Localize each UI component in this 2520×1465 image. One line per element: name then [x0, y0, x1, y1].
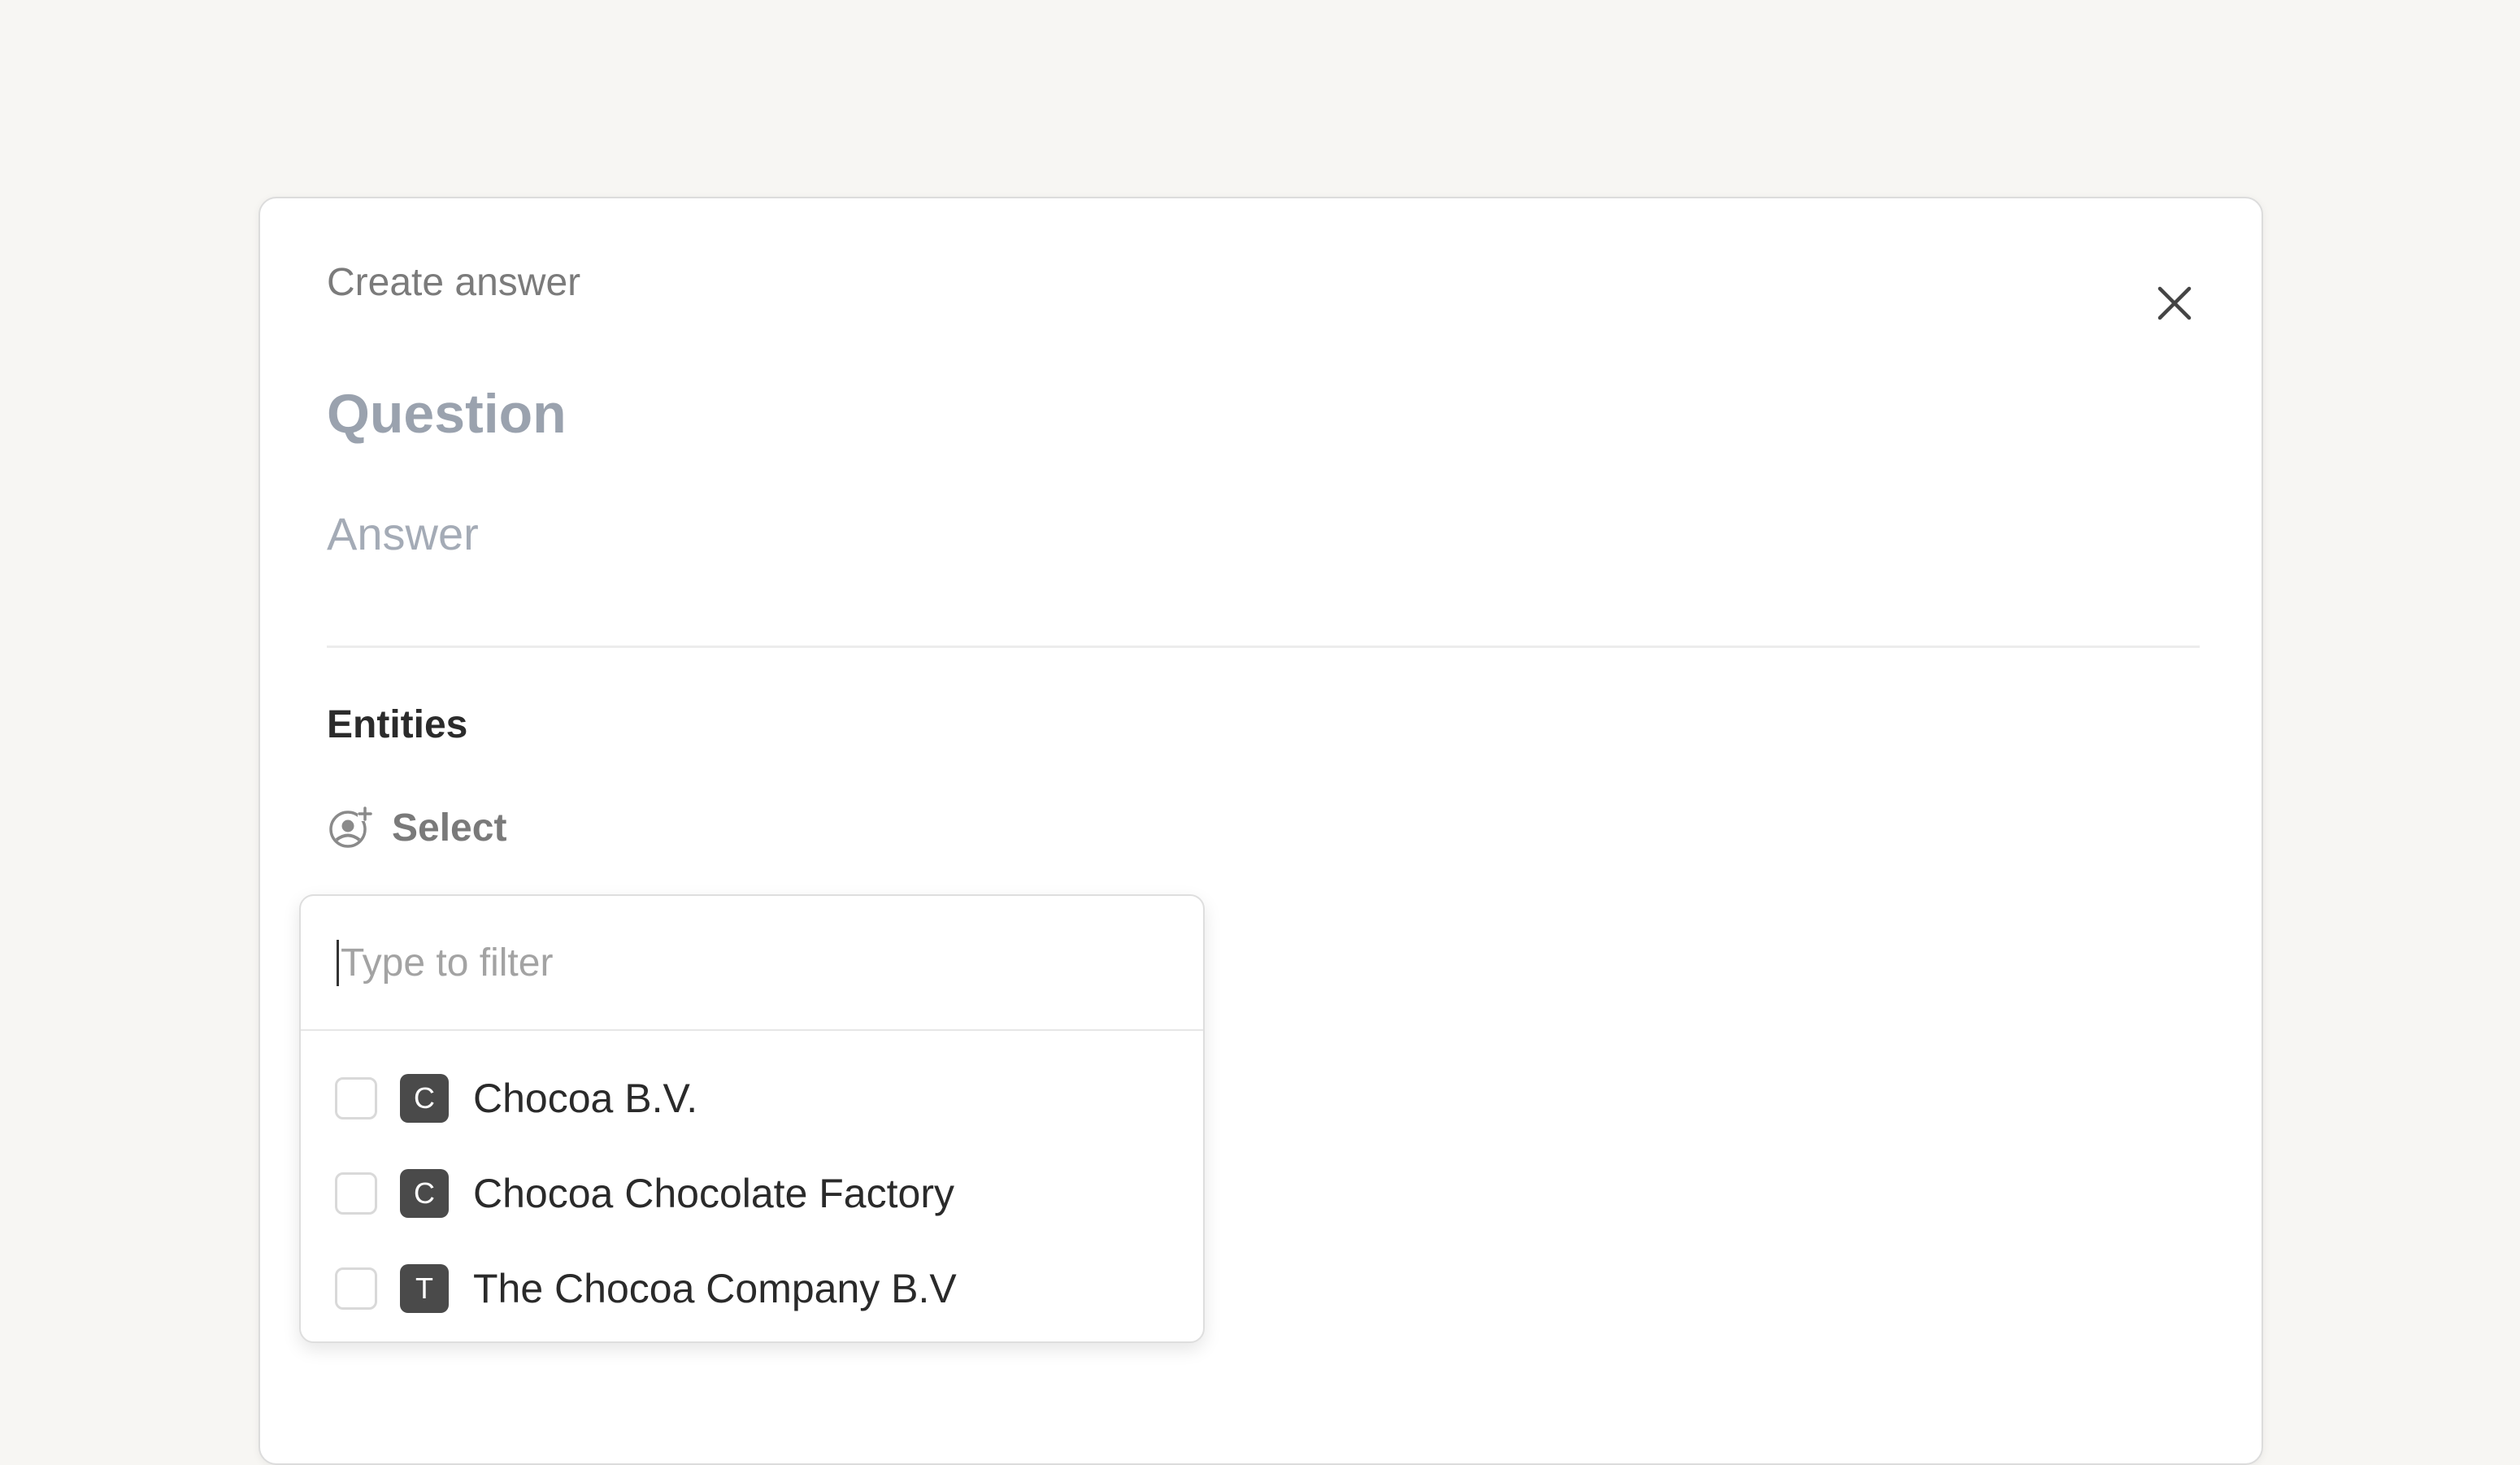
entity-avatar: T [400, 1263, 449, 1313]
entity-label: Chocoa B.V. [473, 1075, 698, 1121]
close-button[interactable] [2140, 268, 2209, 338]
divider [327, 646, 2200, 648]
entity-avatar: C [400, 1073, 449, 1123]
select-label: Select [392, 806, 507, 850]
entity-option[interactable]: T The Chocoa Company B.V [301, 1241, 1203, 1336]
entity-option[interactable]: C Chocoa Chocolate Factory [301, 1145, 1203, 1241]
entity-checkbox[interactable] [335, 1172, 377, 1215]
entities-label: Entities [327, 703, 468, 746]
entity-option[interactable]: C Chocoa B.V. [301, 1050, 1203, 1145]
filter-row [301, 896, 1203, 1031]
question-field[interactable]: Question [327, 382, 567, 446]
user-add-icon [329, 806, 372, 848]
entity-label: Chocoa Chocolate Factory [473, 1170, 954, 1216]
entity-label: The Chocoa Company B.V [473, 1265, 957, 1311]
entity-dropdown: C Chocoa B.V. C Chocoa Chocolate Factory… [299, 894, 1205, 1343]
entity-checkbox[interactable] [335, 1267, 377, 1310]
close-icon [2157, 286, 2192, 320]
entity-select-button[interactable]: Select [327, 805, 506, 850]
answer-field[interactable]: Answer [327, 507, 479, 560]
entity-avatar: C [400, 1168, 449, 1218]
modal-title: Create answer [327, 261, 581, 304]
entity-checkbox[interactable] [335, 1076, 377, 1119]
entity-options: C Chocoa B.V. C Chocoa Chocolate Factory… [301, 1031, 1203, 1336]
filter-input[interactable] [337, 939, 1139, 986]
